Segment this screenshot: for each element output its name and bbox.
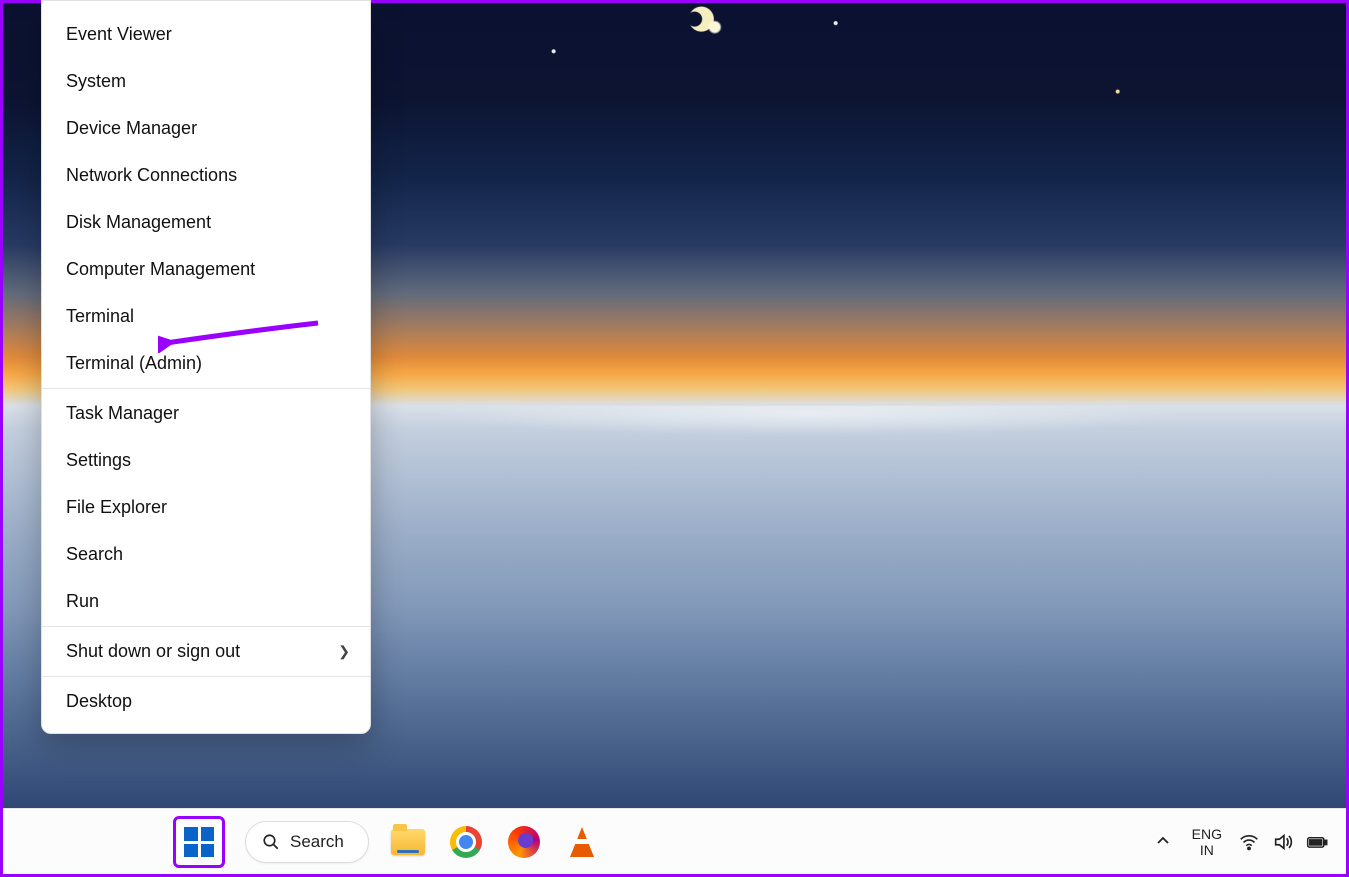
- system-tray: ENG IN: [1150, 809, 1328, 875]
- menu-item-label: Shut down or sign out: [66, 641, 240, 662]
- taskbar-item-file-explorer[interactable]: [389, 823, 427, 861]
- wifi-icon: [1238, 831, 1260, 853]
- taskbar-item-chrome[interactable]: [447, 823, 485, 861]
- windows-logo-icon: [184, 827, 214, 857]
- tray-status-icons[interactable]: [1238, 831, 1328, 853]
- vlc-icon: [570, 827, 594, 857]
- tray-overflow-button[interactable]: [1150, 828, 1176, 857]
- menu-item-network-connections[interactable]: Network Connections: [42, 152, 370, 199]
- menu-item-label: Device Manager: [66, 118, 197, 139]
- menu-item-search[interactable]: Search: [42, 531, 370, 578]
- chrome-icon: [450, 826, 482, 858]
- menu-item-shutdown[interactable]: Shut down or sign out ❯: [42, 628, 370, 675]
- taskbar-item-firefox[interactable]: [505, 823, 543, 861]
- menu-item-label: Terminal: [66, 306, 134, 327]
- search-icon: [262, 833, 280, 851]
- firefox-icon: [508, 826, 540, 858]
- menu-item-run[interactable]: Run: [42, 578, 370, 625]
- menu-item-desktop[interactable]: Desktop: [42, 678, 370, 725]
- language-indicator[interactable]: ENG IN: [1192, 826, 1222, 858]
- language-primary: ENG: [1192, 826, 1222, 842]
- menu-item-device-manager[interactable]: Device Manager: [42, 105, 370, 152]
- menu-item-file-explorer[interactable]: File Explorer: [42, 484, 370, 531]
- menu-item-label: File Explorer: [66, 497, 167, 518]
- menu-separator: [42, 626, 370, 627]
- menu-separator: [42, 676, 370, 677]
- menu-item-settings[interactable]: Settings: [42, 437, 370, 484]
- windows-desktop-screenshot: Event Viewer System Device Manager Netwo…: [0, 0, 1349, 877]
- taskbar-item-vlc[interactable]: [563, 823, 601, 861]
- menu-item-label: Network Connections: [66, 165, 237, 186]
- menu-item-label: Search: [66, 544, 123, 565]
- menu-item-terminal[interactable]: Terminal: [42, 293, 370, 340]
- taskbar-search-label: Search: [290, 832, 344, 852]
- menu-item-system[interactable]: System: [42, 58, 370, 105]
- menu-item-terminal-admin[interactable]: Terminal (Admin): [42, 340, 370, 387]
- menu-item-label: Terminal (Admin): [66, 353, 202, 374]
- menu-item-label: Run: [66, 591, 99, 612]
- menu-item-label: Disk Management: [66, 212, 211, 233]
- winx-power-menu: Event Viewer System Device Manager Netwo…: [41, 0, 371, 734]
- menu-item-label: Event Viewer: [66, 24, 172, 45]
- menu-separator: [42, 388, 370, 389]
- chevron-up-icon: [1156, 834, 1170, 848]
- menu-item-disk-management[interactable]: Disk Management: [42, 199, 370, 246]
- menu-item-task-manager[interactable]: Task Manager: [42, 390, 370, 437]
- language-secondary: IN: [1192, 842, 1222, 858]
- menu-item-label: Settings: [66, 450, 131, 471]
- taskbar: Search ENG IN: [3, 808, 1346, 874]
- chevron-right-icon: ❯: [338, 643, 350, 660]
- taskbar-center-group: Search: [173, 809, 601, 875]
- menu-item-label: Desktop: [66, 691, 132, 712]
- menu-item-label: Task Manager: [66, 403, 179, 424]
- taskbar-search-button[interactable]: Search: [245, 821, 369, 863]
- start-button[interactable]: [173, 816, 225, 868]
- battery-icon: [1306, 831, 1328, 853]
- folder-icon: [391, 829, 425, 855]
- menu-item-label: System: [66, 71, 126, 92]
- menu-item-computer-management[interactable]: Computer Management: [42, 246, 370, 293]
- menu-item-event-viewer[interactable]: Event Viewer: [42, 11, 370, 58]
- speaker-icon: [1272, 831, 1294, 853]
- menu-item-label: Computer Management: [66, 259, 255, 280]
